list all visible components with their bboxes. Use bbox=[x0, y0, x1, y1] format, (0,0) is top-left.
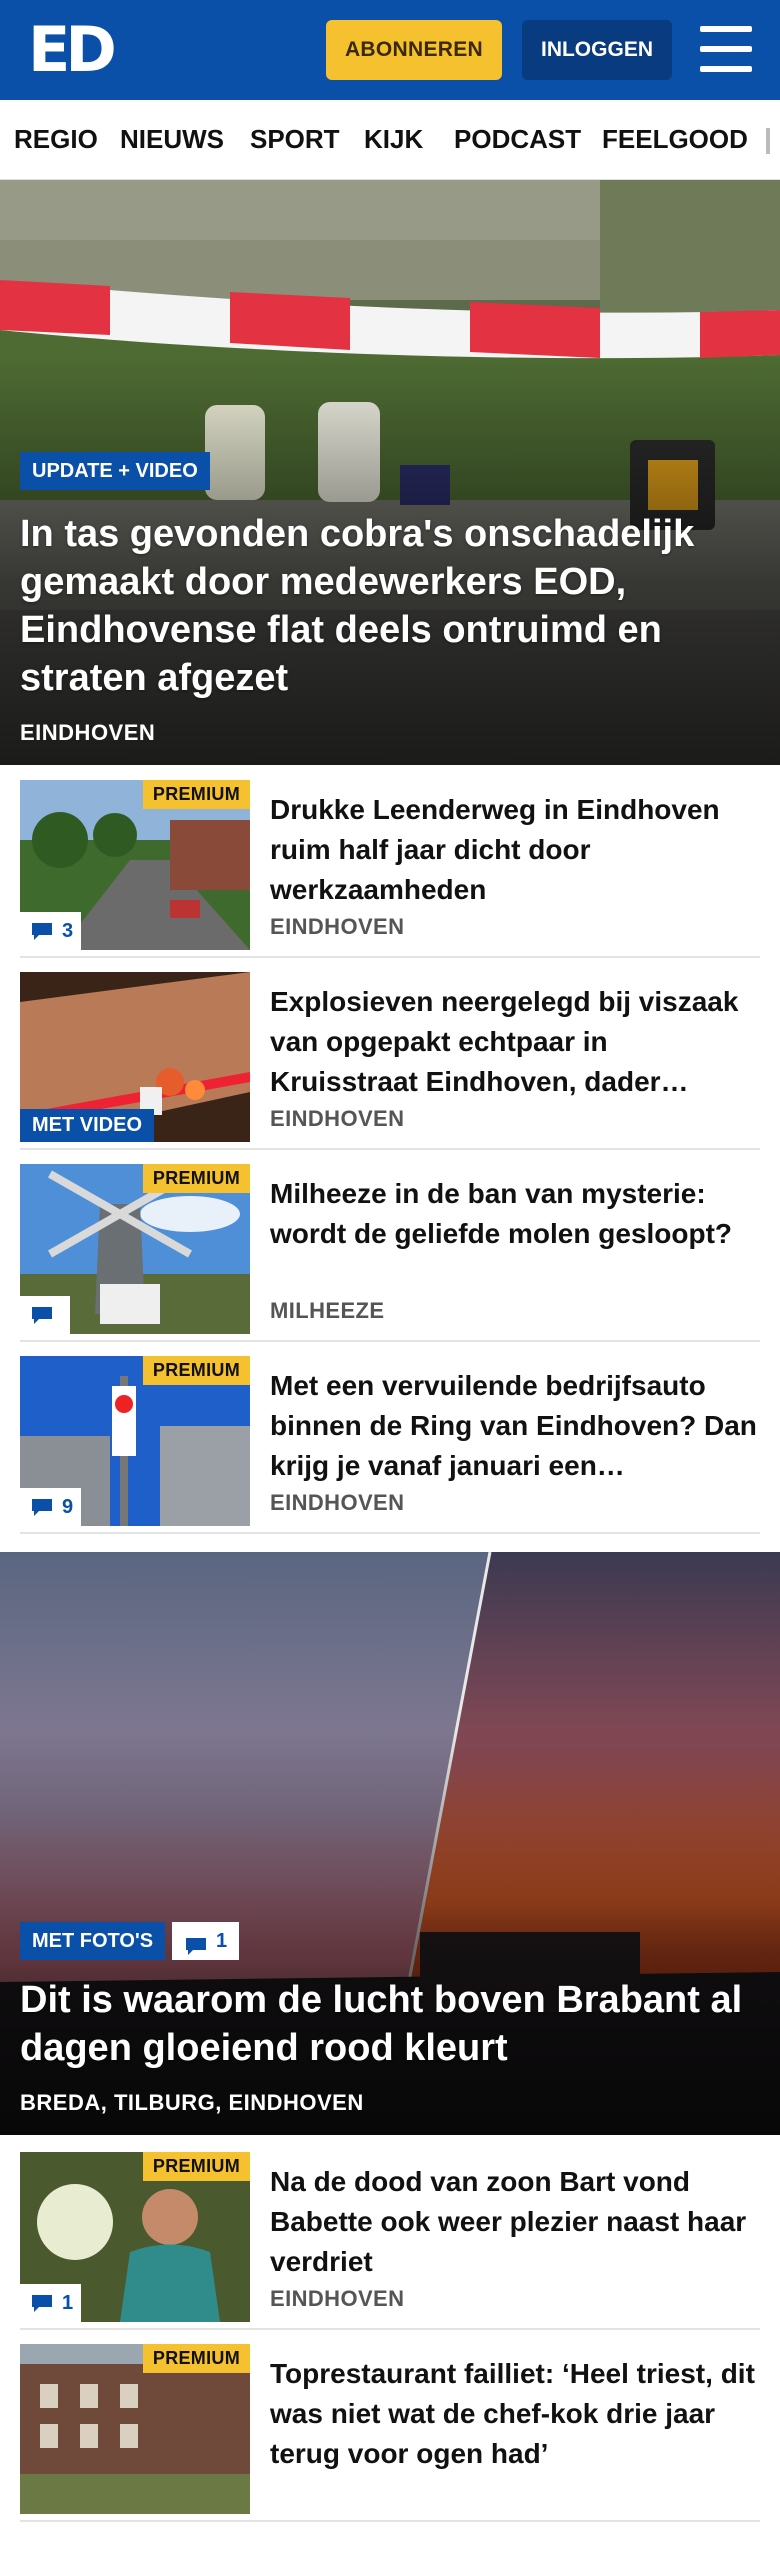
article-thumbnail: PREMIUM bbox=[20, 2344, 250, 2514]
article-location: EINDHOVEN bbox=[270, 914, 405, 939]
article-thumbnail: PREMIUM 9 bbox=[20, 1356, 250, 1526]
article-thumbnail: PREMIUM 3 bbox=[20, 780, 250, 950]
article-title[interactable]: Met een vervuilende bedrijfsauto binnen … bbox=[270, 1366, 760, 1486]
nav-item-feelgood[interactable]: FEELGOOD bbox=[602, 124, 748, 155]
hero-headline[interactable]: Dit is waarom de lucht boven Brabant al … bbox=[20, 1976, 750, 2072]
comment-bubble-icon bbox=[30, 2293, 54, 2313]
login-button[interactable]: INLOGGEN bbox=[522, 20, 672, 80]
article-location: EINDHOVEN bbox=[270, 1490, 405, 1515]
update-video-tag: UPDATE + VIDEO bbox=[20, 452, 210, 490]
article-location: EINDHOVEN bbox=[270, 1106, 405, 1131]
list-item[interactable]: PREMIUM Milheeze in de ban van mysterie:… bbox=[20, 1152, 760, 1342]
article-thumbnail: PREMIUM bbox=[20, 1164, 250, 1334]
article-title[interactable]: Explosieven neergelegd bij viszaak van o… bbox=[270, 982, 760, 1102]
hero-headline[interactable]: In tas gevonden cobra's onschadelijk gem… bbox=[20, 510, 750, 702]
article-title[interactable]: Toprestaurant failliet: ‘Heel triest, di… bbox=[270, 2354, 760, 2474]
hero-location: EINDHOVEN bbox=[20, 720, 156, 745]
premium-badge: PREMIUM bbox=[142, 1356, 250, 1385]
list-item[interactable]: PREMIUM 9 Met een vervuilende bedrijfsau… bbox=[20, 1344, 760, 1534]
nav-item-nieuws[interactable]: NIEUWS bbox=[120, 124, 224, 155]
premium-badge: PREMIUM bbox=[142, 1164, 250, 1193]
list-item[interactable]: PREMIUM 1 Na de dood van zoon Bart vond … bbox=[20, 2140, 760, 2330]
comment-bubble-icon bbox=[30, 1305, 54, 1325]
comment-count[interactable]: 9 bbox=[20, 1488, 82, 1526]
top-bar: ED ABONNEREN INLOGGEN bbox=[0, 0, 780, 100]
article-location: EINDHOVEN bbox=[270, 2286, 405, 2311]
nav-item-podcast[interactable]: PODCAST bbox=[454, 124, 581, 155]
article-thumbnail: PREMIUM 1 bbox=[20, 2152, 250, 2322]
article-location: MILHEEZE bbox=[270, 1298, 385, 1323]
premium-badge: PREMIUM bbox=[142, 2152, 250, 2181]
hamburger-menu-icon[interactable] bbox=[700, 26, 752, 72]
comment-bubble-icon bbox=[30, 921, 54, 941]
comment-count[interactable]: 3 bbox=[20, 912, 82, 950]
article-title[interactable]: Na de dood van zoon Bart vond Babette oo… bbox=[270, 2162, 760, 2282]
nav-overflow-hint bbox=[766, 128, 770, 154]
comment-bubble-icon bbox=[30, 1497, 54, 1517]
article-title[interactable]: Milheeze in de ban van mysterie: wordt d… bbox=[270, 1174, 760, 1254]
hero-article-cobra[interactable]: UPDATE + VIDEO In tas gevonden cobra's o… bbox=[0, 180, 780, 765]
hero-location: BREDA, TILBURG, EINDHOVEN bbox=[20, 2090, 364, 2115]
list-item[interactable]: MET VIDEO Explosieven neergelegd bij vis… bbox=[20, 960, 760, 1150]
video-badge: MET VIDEO bbox=[20, 1109, 155, 1142]
premium-badge: PREMIUM bbox=[142, 780, 250, 809]
hero-comment-count[interactable]: 1 bbox=[172, 1922, 240, 1960]
premium-badge: PREMIUM bbox=[142, 2344, 250, 2373]
nav-item-sport[interactable]: SPORT bbox=[250, 124, 340, 155]
category-nav: REGIO NIEUWS SPORT KIJK PODCAST FEELGOOD bbox=[0, 100, 780, 180]
subscribe-button[interactable]: ABONNEREN bbox=[326, 20, 502, 80]
list-item[interactable]: PREMIUM 3 Drukke Leenderweg in Eindhoven… bbox=[20, 768, 760, 958]
hero-article-red-sky[interactable]: MET FOTO'S 1 Dit is waarom de lucht bove… bbox=[0, 1552, 780, 2135]
article-thumbnail: MET VIDEO bbox=[20, 972, 250, 1142]
comment-count[interactable]: 1 bbox=[20, 2284, 82, 2322]
comment-count[interactable] bbox=[20, 1296, 70, 1334]
ed-logo[interactable]: ED bbox=[28, 19, 118, 81]
article-title[interactable]: Drukke Leenderweg in Eindhoven ruim half… bbox=[270, 790, 760, 910]
nav-item-kijk[interactable]: KIJK bbox=[364, 124, 423, 155]
list-item[interactable]: PREMIUM Toprestaurant failliet: ‘Heel tr… bbox=[20, 2332, 760, 2522]
photos-tag: MET FOTO'S bbox=[20, 1922, 166, 1960]
nav-item-regio[interactable]: REGIO bbox=[14, 124, 98, 155]
comment-bubble-icon bbox=[184, 1931, 208, 1955]
